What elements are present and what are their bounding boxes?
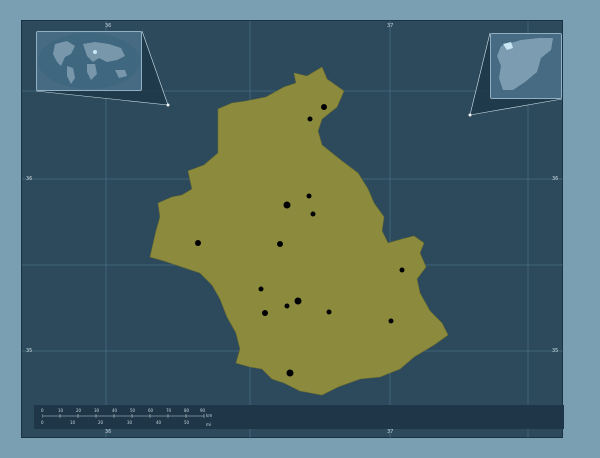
scale-mi-tick: 20 <box>98 420 104 425</box>
map-frame: 36 37 36 37 36 35 36 35 <box>21 20 564 439</box>
scale-km-tick: 60 <box>148 408 154 413</box>
bottom-coord-label: 36 <box>105 429 112 435</box>
top-coord-label: 37 <box>387 23 394 29</box>
scale-km-tick: 30 <box>94 408 100 413</box>
region-shape <box>149 66 449 396</box>
scale-km-tick: 90 <box>200 408 206 413</box>
settlement-point <box>283 201 291 209</box>
scale-km-tick: 0 <box>41 408 44 413</box>
scale-km-tick: 40 <box>112 408 118 413</box>
scale-km-tick: 10 <box>58 408 64 413</box>
settlement-point <box>262 310 268 316</box>
settlement-point <box>284 303 290 309</box>
scale-mi-tick: 0 <box>41 420 44 425</box>
settlement-point <box>399 267 405 273</box>
settlement-point <box>294 297 302 305</box>
scale-mi-tick: 50 <box>184 420 190 425</box>
settlement-point <box>326 309 332 315</box>
scale-km-tick: 70 <box>166 408 172 413</box>
left-coord-label: 36 <box>26 176 33 182</box>
settlement-point <box>258 286 264 292</box>
right-coord-label: 36 <box>552 176 559 182</box>
country-locator-map <box>491 34 561 98</box>
settlement-point <box>307 116 313 122</box>
settlement-point <box>306 193 312 199</box>
right-coord-label: 35 <box>552 348 559 354</box>
settlement-point <box>388 318 394 324</box>
settlement-point <box>321 104 327 110</box>
scale-bar: 0 10 20 30 40 50 60 70 80 90 km 0 10 20 … <box>34 405 564 429</box>
bottom-coord-label: 37 <box>387 429 394 435</box>
settlement-point <box>277 241 283 247</box>
scale-km-tick: 50 <box>130 408 136 413</box>
scale-km-tick: 20 <box>76 408 82 413</box>
left-coord-label: 35 <box>26 348 33 354</box>
scale-mi-unit: mi <box>206 422 212 427</box>
scale-mi-tick: 10 <box>70 420 76 425</box>
settlement-point <box>195 240 201 246</box>
world-inset <box>36 31 142 91</box>
world-locator-map <box>38 33 140 89</box>
scale-km-tick: 80 <box>184 408 190 413</box>
top-coord-label: 36 <box>105 23 112 29</box>
settlement-point <box>286 369 294 377</box>
scale-km-unit: km <box>206 413 213 418</box>
scale-mi-tick: 30 <box>127 420 133 425</box>
scale-mi-tick: 40 <box>156 420 162 425</box>
country-inset <box>490 33 562 99</box>
settlement-point <box>310 211 316 217</box>
